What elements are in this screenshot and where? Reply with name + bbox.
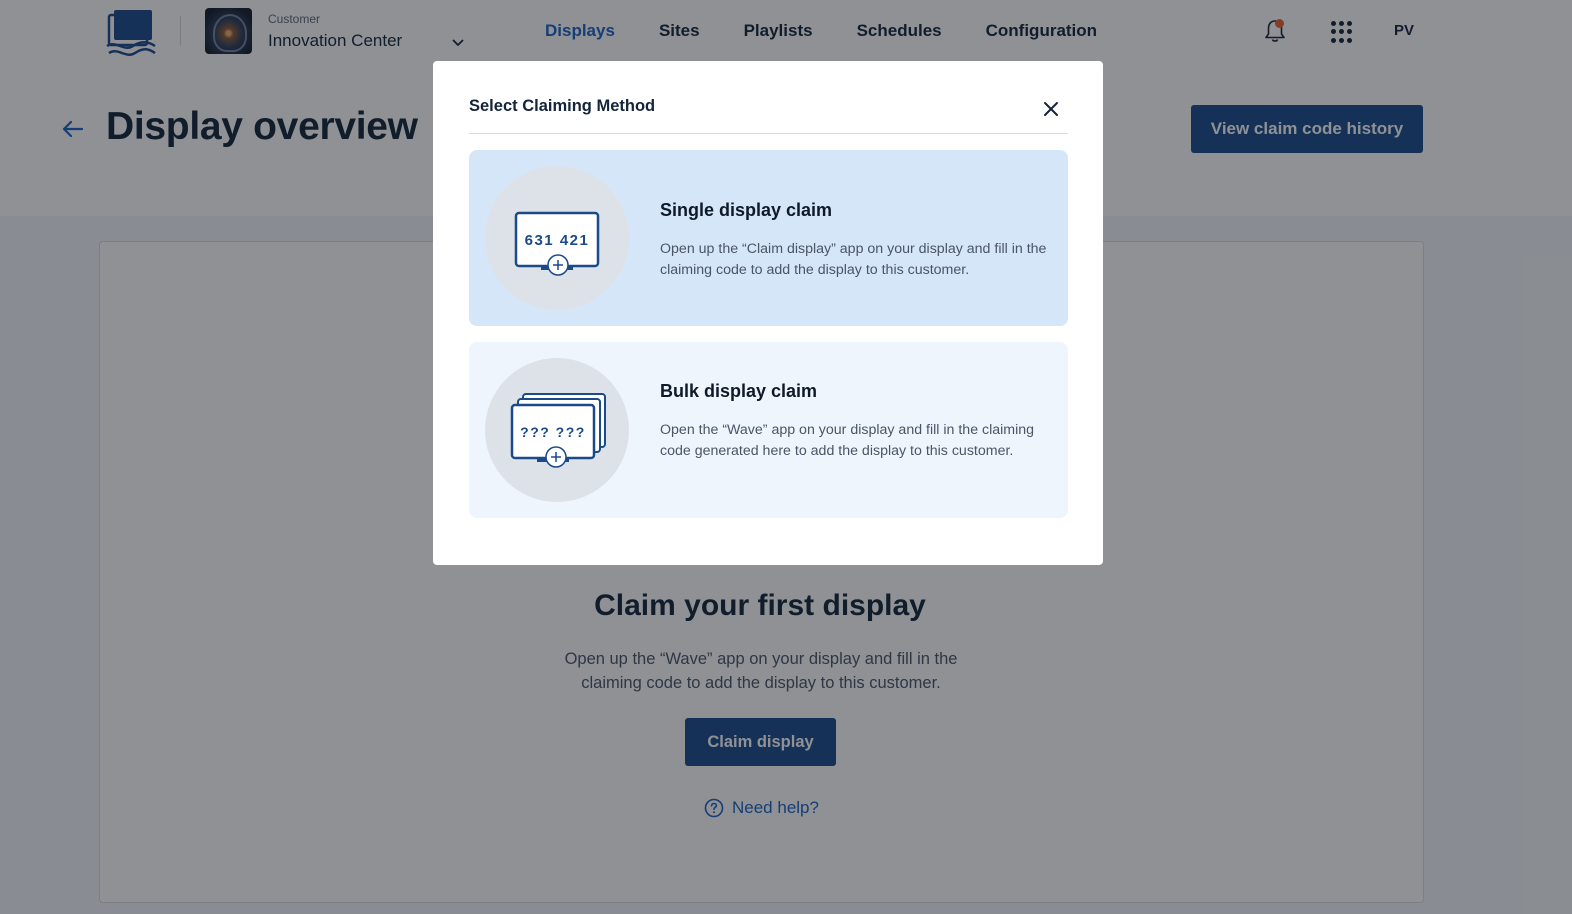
single-display-illustration: 631 421 [485,166,629,310]
single-display-claim-option[interactable]: 631 421 Single display claim Open up the… [469,150,1068,326]
dialog-title: Select Claiming Method [469,97,656,115]
option-title: Bulk display claim [660,381,818,401]
bulk-display-illustration: ??? ??? [485,358,629,502]
option-description: Open up the “Claim display” app on your … [660,241,1047,278]
dialog-divider [469,133,1068,134]
bulk-display-code: ??? ??? [520,424,586,440]
monitor-icon: 631 421 [514,211,600,276]
option-description: Open the “Wave” app on your display and … [660,422,1035,459]
option-title: Single display claim [660,200,833,220]
single-display-code: 631 421 [525,232,590,249]
bulk-display-claim-option[interactable]: ??? ??? Bulk display claim Open the “Wav… [469,342,1068,518]
select-claiming-method-dialog: Select Claiming Method 631 421 Single di… [433,61,1103,565]
close-icon[interactable] [1041,99,1061,119]
stacked-monitors-icon: ??? ??? [510,393,606,468]
